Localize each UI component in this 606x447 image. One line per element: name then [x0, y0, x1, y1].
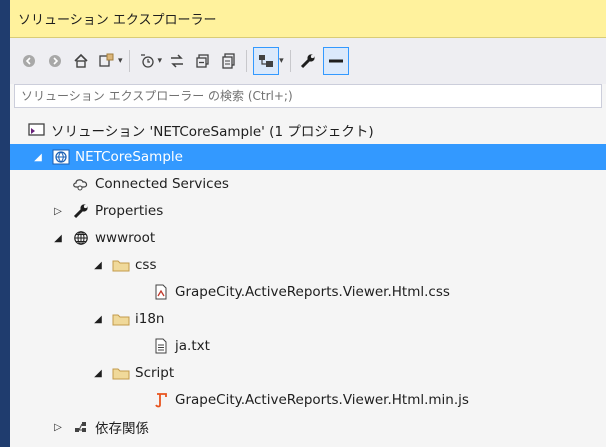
search-placeholder: ソリューション エクスプローラー の検索 (Ctrl+;): [21, 89, 293, 103]
switch-views-icon[interactable]: [96, 49, 118, 73]
collapsed-arrow-icon[interactable]: ▷: [52, 422, 64, 433]
tree-item-script-file[interactable]: GrapeCity.ActiveReports.Viewer.Html.min.…: [10, 387, 606, 413]
solution-tree: ソリューション 'NETCoreSample' (1 プロジェクト) ◢ NET…: [10, 112, 606, 447]
expanded-arrow-icon[interactable]: ◢: [92, 314, 104, 325]
dependencies-icon: [72, 418, 90, 436]
folder-icon: [112, 256, 130, 274]
properties-pane-icon[interactable]: [322, 47, 349, 75]
tree-item-label: GrapeCity.ActiveReports.Viewer.Html.css: [175, 284, 450, 300]
wrench-icon: [72, 202, 90, 220]
tree-item-i18n-file[interactable]: ja.txt: [10, 333, 606, 359]
expanded-arrow-icon[interactable]: ◢: [92, 260, 104, 271]
tree-item-label: NETCoreSample: [75, 149, 183, 165]
toolbar-separator: [128, 50, 130, 72]
tree-item-label: css: [135, 257, 157, 273]
tree-item-properties[interactable]: ▷ Properties: [10, 198, 606, 224]
tree-item-label: ja.txt: [175, 338, 210, 354]
tree-item-label: Properties: [95, 203, 164, 219]
expanded-arrow-icon[interactable]: ◢: [92, 368, 104, 379]
back-icon[interactable]: [18, 49, 40, 73]
javascript-file-icon: [152, 391, 170, 409]
web-project-icon: [52, 148, 70, 166]
folder-icon: [112, 364, 130, 382]
tree-item-script-folder[interactable]: ◢ Script: [10, 360, 606, 386]
tree-item-project[interactable]: ◢ NETCoreSample: [10, 144, 606, 170]
css-file-icon: [152, 283, 170, 301]
tree-item-wwwroot[interactable]: ◢ wwwroot: [10, 225, 606, 251]
globe-icon: [72, 229, 90, 247]
home-icon[interactable]: [70, 49, 92, 73]
tree-item-i18n-folder[interactable]: ◢ i18n: [10, 306, 606, 332]
tree-item-label: ソリューション 'NETCoreSample' (1 プロジェクト): [51, 124, 374, 140]
tree-item-label: wwwroot: [95, 230, 156, 246]
tree-item-label: i18n: [135, 311, 165, 327]
chevron-down-icon[interactable]: ▾: [279, 56, 284, 66]
expanded-arrow-icon[interactable]: ◢: [52, 233, 64, 244]
forward-icon[interactable]: [44, 49, 66, 73]
sync-icon[interactable]: [166, 49, 188, 73]
tree-item-css-file[interactable]: GrapeCity.ActiveReports.Viewer.Html.css: [10, 279, 606, 305]
wrench-icon[interactable]: [297, 49, 319, 73]
window-title: ソリューション エクスプローラー: [18, 13, 217, 28]
tree-item-dependencies[interactable]: ▷ 依存関係: [10, 414, 606, 440]
tree-item-label: GrapeCity.ActiveReports.Viewer.Html.min.…: [175, 392, 469, 408]
chevron-down-icon[interactable]: ▾: [118, 56, 123, 66]
solution-icon: [28, 121, 46, 139]
show-all-files-icon[interactable]: [218, 49, 240, 73]
collapsed-arrow-icon[interactable]: ▷: [52, 206, 64, 217]
tree-item-css-folder[interactable]: ◢ css: [10, 252, 606, 278]
text-file-icon: [152, 337, 170, 355]
preview-selected-items-icon[interactable]: [253, 47, 280, 75]
toolbar-separator: [289, 50, 291, 72]
search-input[interactable]: ソリューション エクスプローラー の検索 (Ctrl+;): [14, 84, 602, 108]
folder-icon: [112, 310, 130, 328]
solution-explorer-window: ソリューション エクスプローラー ▾ ▾ ▾ ソリューション エクスプローラー …: [10, 0, 606, 447]
expanded-arrow-icon[interactable]: ◢: [32, 152, 44, 163]
toolbar: ▾ ▾ ▾: [10, 38, 606, 84]
pending-changes-filter-icon[interactable]: [136, 49, 158, 73]
cloud-service-icon: [72, 175, 90, 193]
tree-item-label: 依存関係: [95, 421, 149, 437]
chevron-down-icon[interactable]: ▾: [158, 56, 163, 66]
tree-item-connected-services[interactable]: Connected Services: [10, 171, 606, 197]
tree-item-label: Connected Services: [95, 176, 229, 192]
toolbar-separator: [246, 50, 248, 72]
title-bar: ソリューション エクスプローラー: [10, 0, 606, 38]
collapse-all-icon[interactable]: [192, 49, 214, 73]
tree-item-label: Script: [135, 365, 175, 381]
tree-item-solution[interactable]: ソリューション 'NETCoreSample' (1 プロジェクト): [10, 117, 606, 143]
